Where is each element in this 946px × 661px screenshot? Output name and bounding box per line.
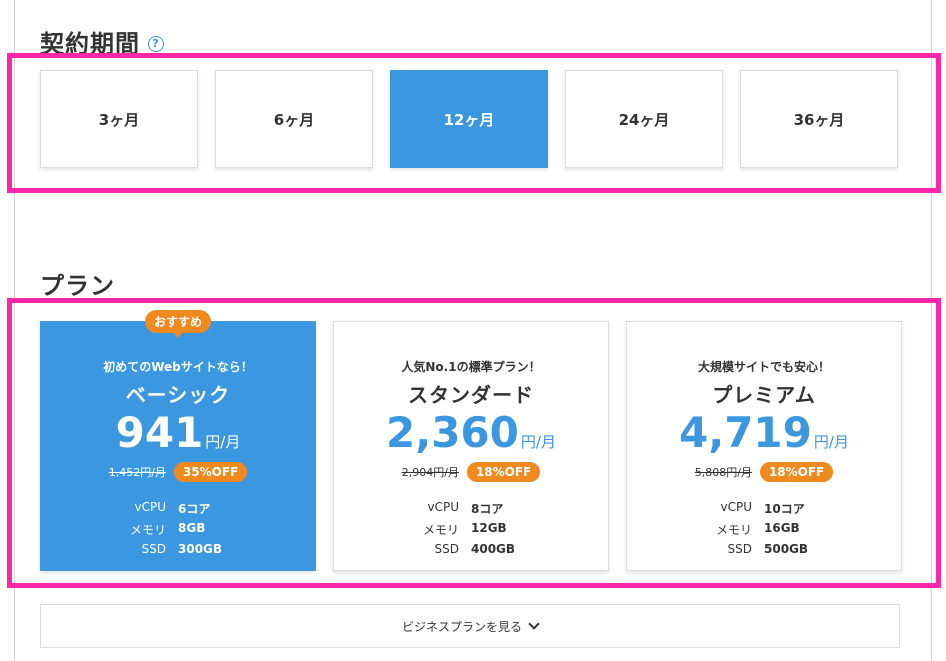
plan-card-standard[interactable]: 人気No.1の標準プラン！ スタンダード 2,360 円/月 2,904円/月 … [333, 321, 609, 571]
recommended-badge: おすすめ [144, 310, 212, 333]
discount-row: 1,452円/月 35%OFF [41, 462, 315, 483]
plan-cards: おすすめ 初めてのWebサイトなら！ ベーシック 941 円/月 1,452円/… [40, 310, 902, 571]
old-price: 2,904円/月 [401, 466, 459, 480]
term-option-36[interactable]: 36ヶ月 [740, 70, 898, 168]
price-unit: 円/月 [520, 433, 556, 451]
old-price: 5,808円/月 [694, 466, 752, 480]
help-icon[interactable]: ? [148, 35, 164, 52]
spec-label-ssd: SSD [727, 542, 752, 557]
price-unit: 円/月 [813, 433, 849, 451]
plan-subtitle: 初めてのWebサイトなら！ [103, 360, 253, 374]
discount-badge: 35%OFF [173, 462, 248, 483]
spec-value-vcpu: 6コア [178, 502, 211, 517]
spec-value-memory: 16GB [764, 521, 800, 536]
plan-card-premium[interactable]: 大規模サイトでも安心！ プレミアム 4,719 円/月 5,808円/月 18%… [626, 321, 902, 571]
plan-price: 2,360 [386, 408, 519, 457]
plan-price: 4,719 [679, 408, 812, 457]
term-option-12[interactable]: 12ヶ月 [390, 70, 548, 168]
spec-value-vcpu: 8コア [471, 502, 504, 517]
spec-value-memory: 8GB [178, 521, 206, 536]
spec-value-memory: 12GB [471, 521, 507, 536]
chevron-down-icon [528, 618, 540, 630]
spec-label-ssd: SSD [141, 542, 166, 557]
discount-row: 2,904円/月 18%OFF [334, 462, 608, 483]
price-row: 4,719 円/月 [627, 408, 901, 457]
price-row: 941 円/月 [41, 408, 315, 457]
spec-value-vcpu: 10コア [764, 502, 805, 517]
plan-card-basic[interactable]: おすすめ 初めてのWebサイトなら！ ベーシック 941 円/月 1,452円/… [40, 310, 316, 571]
spec-label-memory: メモリ [715, 523, 752, 538]
spec-value-ssd: 500GB [764, 542, 809, 557]
spec-label-vcpu: vCPU [134, 500, 167, 515]
plan-specs: vCPU 10コア メモリ 16GB SSD 500GB [627, 500, 901, 556]
plan-title-text: プラン [40, 272, 115, 300]
spec-value-ssd: 400GB [471, 542, 516, 557]
old-price: 1,452円/月 [108, 466, 166, 480]
discount-badge: 18%OFF [466, 462, 541, 483]
plan-name: ベーシック [125, 383, 231, 407]
spec-label-memory: メモリ [422, 523, 459, 538]
term-options: 3ヶ月 6ヶ月 12ヶ月 24ヶ月 36ヶ月 [40, 70, 898, 168]
plan-name: スタンダード [408, 383, 534, 407]
plan-subtitle: 人気No.1の標準プラン！ [401, 360, 541, 374]
plan-title: プラン [40, 266, 115, 301]
spec-label-vcpu: vCPU [427, 500, 460, 515]
discount-badge: 18%OFF [759, 462, 834, 483]
spec-label-ssd: SSD [434, 542, 459, 557]
plan-specs: vCPU 8コア メモリ 12GB SSD 400GB [334, 500, 608, 556]
plan-name: プレミアム [712, 383, 816, 407]
spec-label-vcpu: vCPU [720, 500, 753, 515]
plan-price: 941 [115, 408, 204, 457]
plan-specs: vCPU 6コア メモリ 8GB SSD 300GB [41, 500, 315, 556]
view-business-plans-button[interactable]: ビジネスプランを見る [40, 604, 900, 648]
term-option-3[interactable]: 3ヶ月 [40, 70, 198, 168]
view-business-plans-label: ビジネスプランを見る [401, 619, 522, 634]
plan-subtitle: 大規模サイトでも安心！ [697, 360, 830, 374]
discount-row: 5,808円/月 18%OFF [627, 462, 901, 483]
term-option-6[interactable]: 6ヶ月 [215, 70, 373, 168]
spec-value-ssd: 300GB [178, 542, 223, 557]
term-option-24[interactable]: 24ヶ月 [565, 70, 723, 168]
price-unit: 円/月 [205, 433, 241, 451]
spec-label-memory: メモリ [129, 523, 166, 538]
price-row: 2,360 円/月 [334, 408, 608, 457]
